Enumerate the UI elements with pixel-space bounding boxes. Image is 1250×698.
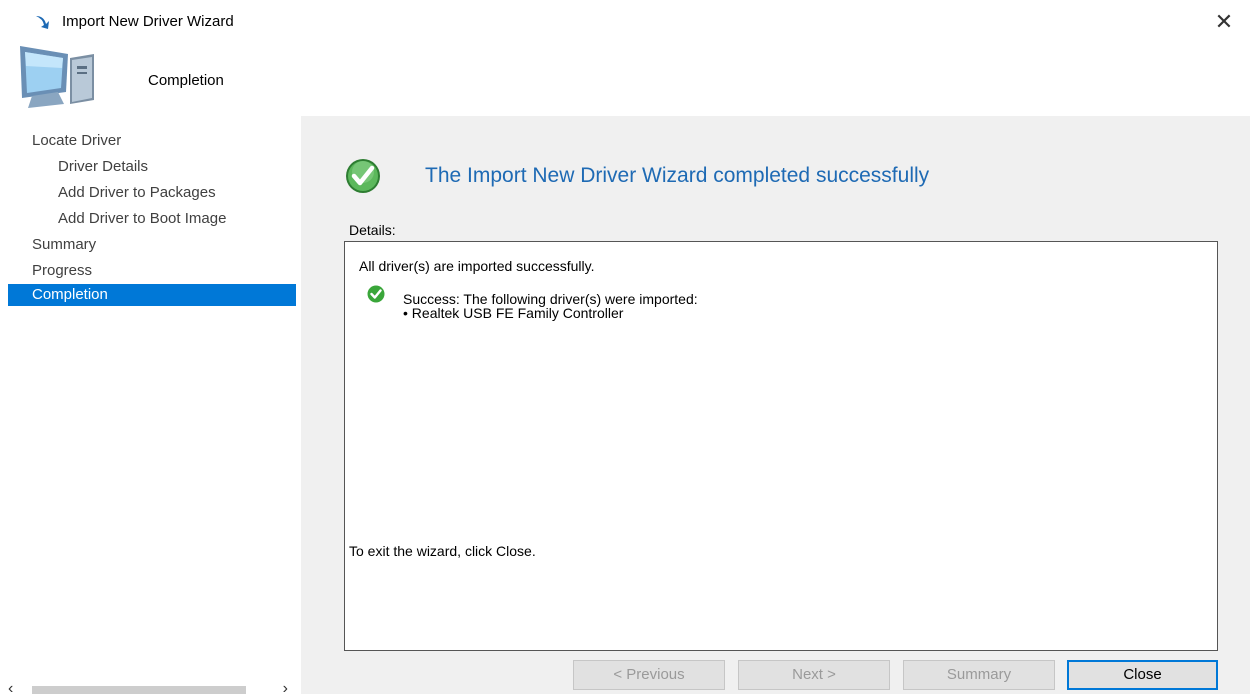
nav-item-add-driver-to-packages[interactable]: Add Driver to Packages — [8, 182, 296, 204]
sidebar-horizontal-scrollbar[interactable]: ‹ › — [8, 680, 298, 697]
imported-driver-item: • Realtek USB FE Family Controller — [403, 305, 624, 321]
completion-heading: The Import New Driver Wizard completed s… — [425, 164, 930, 187]
nav-item-driver-details[interactable]: Driver Details — [8, 156, 296, 178]
next-button[interactable]: Next > — [738, 660, 890, 690]
computer-icon — [20, 46, 94, 108]
title-bar: Import New Driver Wizard ✕ — [0, 0, 1250, 44]
success-small-check-icon — [367, 285, 385, 303]
window-title: Import New Driver Wizard — [62, 13, 234, 30]
nav-item-locate-driver[interactable]: Locate Driver — [8, 130, 296, 152]
details-summary-line: All driver(s) are imported successfully. — [359, 258, 595, 274]
page-title: Completion — [148, 72, 224, 89]
wizard-arrow-icon — [36, 16, 49, 29]
close-button[interactable]: Close — [1067, 660, 1218, 690]
close-icon[interactable]: ✕ — [1210, 9, 1238, 35]
success-check-icon — [346, 159, 380, 193]
details-textbox[interactable]: All driver(s) are imported successfully.… — [344, 241, 1218, 651]
exit-instruction: To exit the wizard, click Close. — [349, 543, 536, 559]
details-label: Details: — [349, 222, 396, 238]
wizard-header: Completion — [0, 44, 1250, 116]
scrollbar-thumb[interactable] — [32, 686, 246, 694]
wizard-steps-nav: Locate Driver Driver Details Add Driver … — [0, 116, 301, 694]
nav-item-summary[interactable]: Summary — [8, 234, 296, 256]
scroll-right-icon[interactable]: › — [283, 680, 288, 698]
nav-item-add-driver-to-boot-image[interactable]: Add Driver to Boot Image — [8, 208, 296, 230]
previous-button[interactable]: < Previous — [573, 660, 725, 690]
summary-button[interactable]: Summary — [903, 660, 1055, 690]
nav-item-completion[interactable]: Completion — [8, 284, 296, 306]
details-success-line: Success: The following driver(s) were im… — [403, 291, 698, 307]
wizard-content-panel: The Import New Driver Wizard completed s… — [301, 116, 1250, 694]
scroll-left-icon[interactable]: ‹ — [8, 680, 13, 698]
nav-item-progress[interactable]: Progress — [8, 260, 296, 282]
